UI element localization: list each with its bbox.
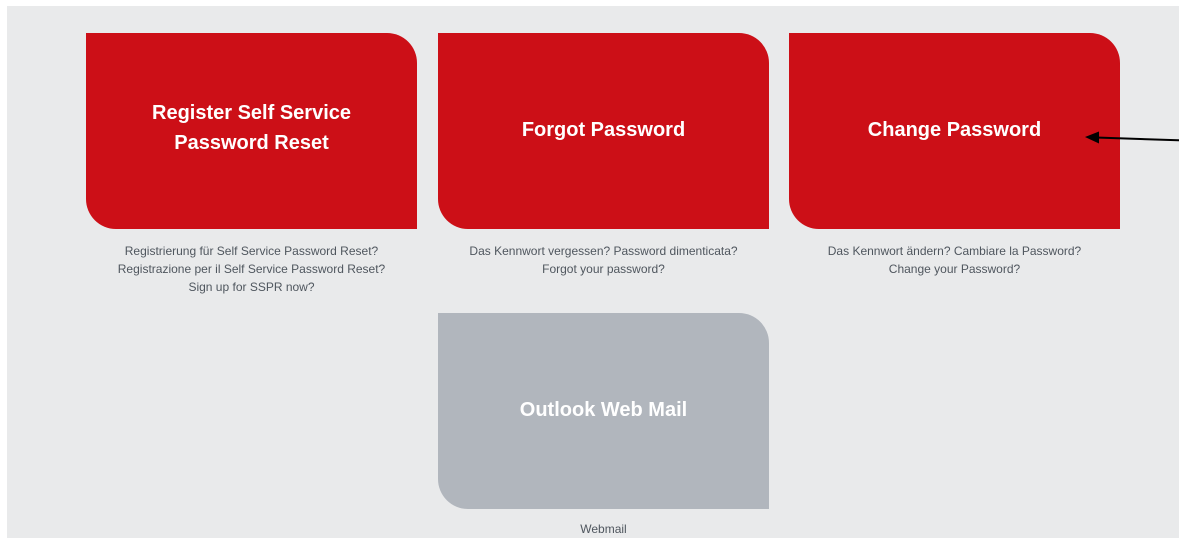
portal-panel: Register Self Service Password Reset Reg… <box>7 6 1179 538</box>
change-password-caption-line-2: Change your Password? <box>888 262 1021 276</box>
change-password-title: Change Password <box>867 119 1042 141</box>
outlook-web-mail-tile[interactable]: Outlook Web Mail <box>438 313 769 509</box>
forgot-password-title: Forgot Password <box>521 119 686 141</box>
register-sspr-caption-line-3: Sign up for SSPR now? <box>188 280 315 294</box>
outlook-web-mail-title: Outlook Web Mail <box>519 399 688 421</box>
outlook-web-mail-caption: Webmail <box>428 520 779 538</box>
register-sspr-tile[interactable]: Register Self Service Password Reset <box>86 33 417 229</box>
register-sspr-caption-line-2: Registrazione per il Self Service Passwo… <box>117 262 386 276</box>
register-sspr-caption: Registrierung für Self Service Password … <box>77 242 426 296</box>
register-sspr-title-line-1: Register Self Service <box>152 102 351 124</box>
register-sspr-title-line-2: Password Reset <box>174 132 329 154</box>
register-sspr-caption-line-1: Registrierung für Self Service Password … <box>124 244 379 258</box>
arrow-left-icon <box>1085 131 1179 144</box>
forgot-password-tile[interactable]: Forgot Password <box>438 33 769 229</box>
register-sspr-title: Register Self Service Password Reset <box>152 98 351 158</box>
change-password-caption-line-1: Das Kennwort ändern? Cambiare la Passwor… <box>827 244 1082 258</box>
forgot-password-caption: Das Kennwort vergessen? Password dimenti… <box>428 242 779 278</box>
forgot-password-caption-line-1: Das Kennwort vergessen? Password dimenti… <box>469 244 738 258</box>
change-password-tile[interactable]: Change Password <box>789 33 1120 229</box>
outlook-web-mail-caption-line-1: Webmail <box>580 522 627 536</box>
change-password-caption: Das Kennwort ändern? Cambiare la Passwor… <box>779 242 1130 278</box>
forgot-password-caption-line-2: Forgot your password? <box>542 262 665 276</box>
